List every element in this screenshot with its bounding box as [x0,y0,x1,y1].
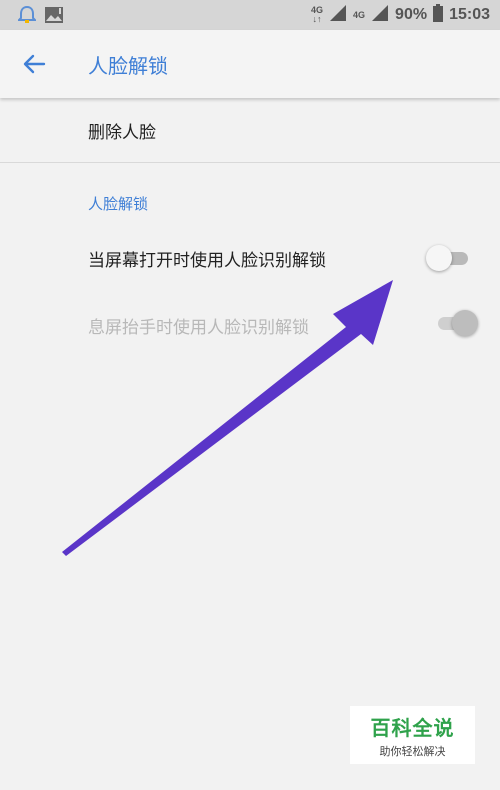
delete-face-label: 删除人脸 [88,123,156,143]
battery-percentage: 90% [395,6,428,23]
network-4g-indicator-2: 4G [353,9,366,20]
delete-face-row[interactable]: 删除人脸 [0,100,500,163]
clock: 15:03 [449,6,490,23]
watermark-subtitle: 助你轻松解决 [379,745,446,758]
toggle-raise-to-unlock [438,310,478,336]
network-4g-indicator: 4G ↓↑ [311,5,324,24]
setting-label-unlock-screen-on: 当屏幕打开时使用人脸识别解锁 [88,251,326,271]
toggle-unlock-screen-on[interactable] [426,245,472,271]
setting-label-raise-to-unlock: 息屏抬手时使用人脸识别解锁 [88,318,309,338]
back-arrow-icon[interactable] [18,50,50,78]
battery-icon [433,4,444,26]
setting-row-raise-to-unlock: 息屏抬手时使用人脸识别解锁 [0,297,500,353]
section-header-face-unlock: 人脸解锁 [88,195,149,213]
image-notification-icon [44,6,64,28]
toolbar: 人脸解锁 [0,30,500,98]
watermark-logo: 百科全说 助你轻松解决 [350,706,475,764]
status-bar: 4G ↓↑ 4G 90% 15:03 [0,0,500,30]
watermark-title: 百科全说 [370,716,455,740]
page-title: 人脸解锁 [88,54,168,78]
setting-row-unlock-screen-on[interactable]: 当屏幕打开时使用人脸识别解锁 [0,230,500,286]
signal-icon [329,4,347,26]
signal-icon [371,4,389,26]
notification-bell-icon [16,5,38,29]
